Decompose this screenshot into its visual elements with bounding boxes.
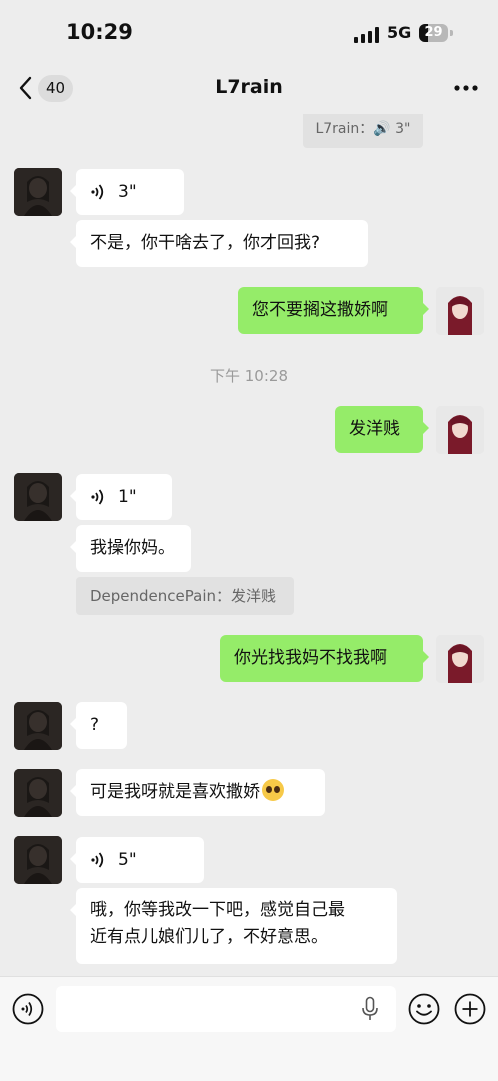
contact-avatar[interactable]: [14, 769, 62, 817]
unread-count-badge[interactable]: 40: [38, 75, 73, 102]
voice-message[interactable]: 1": [70, 474, 172, 520]
message-list[interactable]: L7rain：🔊 3" 3" 不是，你干啥去了，你才回我? 您不要搁这撒娇啊 下…: [0, 114, 498, 976]
my-avatar[interactable]: [436, 406, 484, 454]
quoted-message[interactable]: L7rain：🔊 3": [303, 114, 423, 148]
chat-header: L7rain 40: [0, 62, 498, 114]
message-timestamp: 下午 10:28: [210, 367, 288, 385]
text-message[interactable]: 可是我呀就是喜欢撒娇: [70, 769, 325, 816]
more-dots-icon[interactable]: [452, 78, 480, 98]
text-message[interactable]: 你光找我妈不找我啊: [220, 635, 429, 682]
network-type: 5G: [387, 23, 412, 42]
quoted-message[interactable]: DependencePain：发洋贱: [76, 577, 294, 615]
text-message[interactable]: 您不要搁这撒娇啊: [238, 287, 429, 334]
my-avatar[interactable]: [436, 287, 484, 335]
microphone-icon[interactable]: [360, 996, 380, 1022]
contact-avatar[interactable]: [14, 473, 62, 521]
voice-wave-icon: [91, 852, 104, 868]
message-input[interactable]: [56, 986, 396, 1032]
battery-icon: 29: [419, 24, 453, 42]
voice-duration: 5": [118, 849, 137, 870]
plus-icon[interactable]: [454, 993, 486, 1025]
status-bar: 10:29 5G 29: [0, 0, 498, 62]
message-text-line: 近有点儿娘们儿了，不好意思。: [90, 927, 328, 947]
input-bar: [0, 976, 498, 1081]
chevron-left-icon[interactable]: [16, 74, 36, 102]
voice-duration: 3": [118, 181, 137, 202]
smiley-icon[interactable]: [408, 993, 440, 1025]
my-avatar[interactable]: [436, 635, 484, 683]
contact-avatar[interactable]: [14, 836, 62, 884]
message-text: 可是我呀就是喜欢撒娇: [90, 782, 260, 802]
voice-message[interactable]: 3": [70, 169, 184, 215]
text-message[interactable]: 发洋贱: [335, 406, 429, 453]
voice-wave-icon: [91, 489, 104, 505]
text-message[interactable]: 我操你妈。: [70, 525, 191, 572]
text-message[interactable]: 哦，你等我改一下吧，感觉自己最 近有点儿娘们儿了，不好意思。: [70, 888, 397, 964]
voice-input-icon[interactable]: [12, 993, 44, 1025]
text-message[interactable]: 不是，你干啥去了，你才回我?: [70, 220, 368, 267]
battery-level: 29: [424, 25, 443, 40]
voice-message[interactable]: 5": [70, 837, 204, 883]
voice-duration: 1": [118, 486, 137, 507]
pleading-face-emoji-icon: [262, 779, 284, 801]
chat-title: L7rain: [215, 76, 283, 98]
contact-avatar[interactable]: [14, 702, 62, 750]
signal-icon: [354, 27, 379, 43]
voice-wave-icon: [91, 184, 104, 200]
contact-avatar[interactable]: [14, 168, 62, 216]
status-time: 10:29: [66, 20, 133, 44]
text-message[interactable]: ?: [70, 702, 127, 749]
message-text-line: 哦，你等我改一下吧，感觉自己最: [90, 900, 345, 920]
